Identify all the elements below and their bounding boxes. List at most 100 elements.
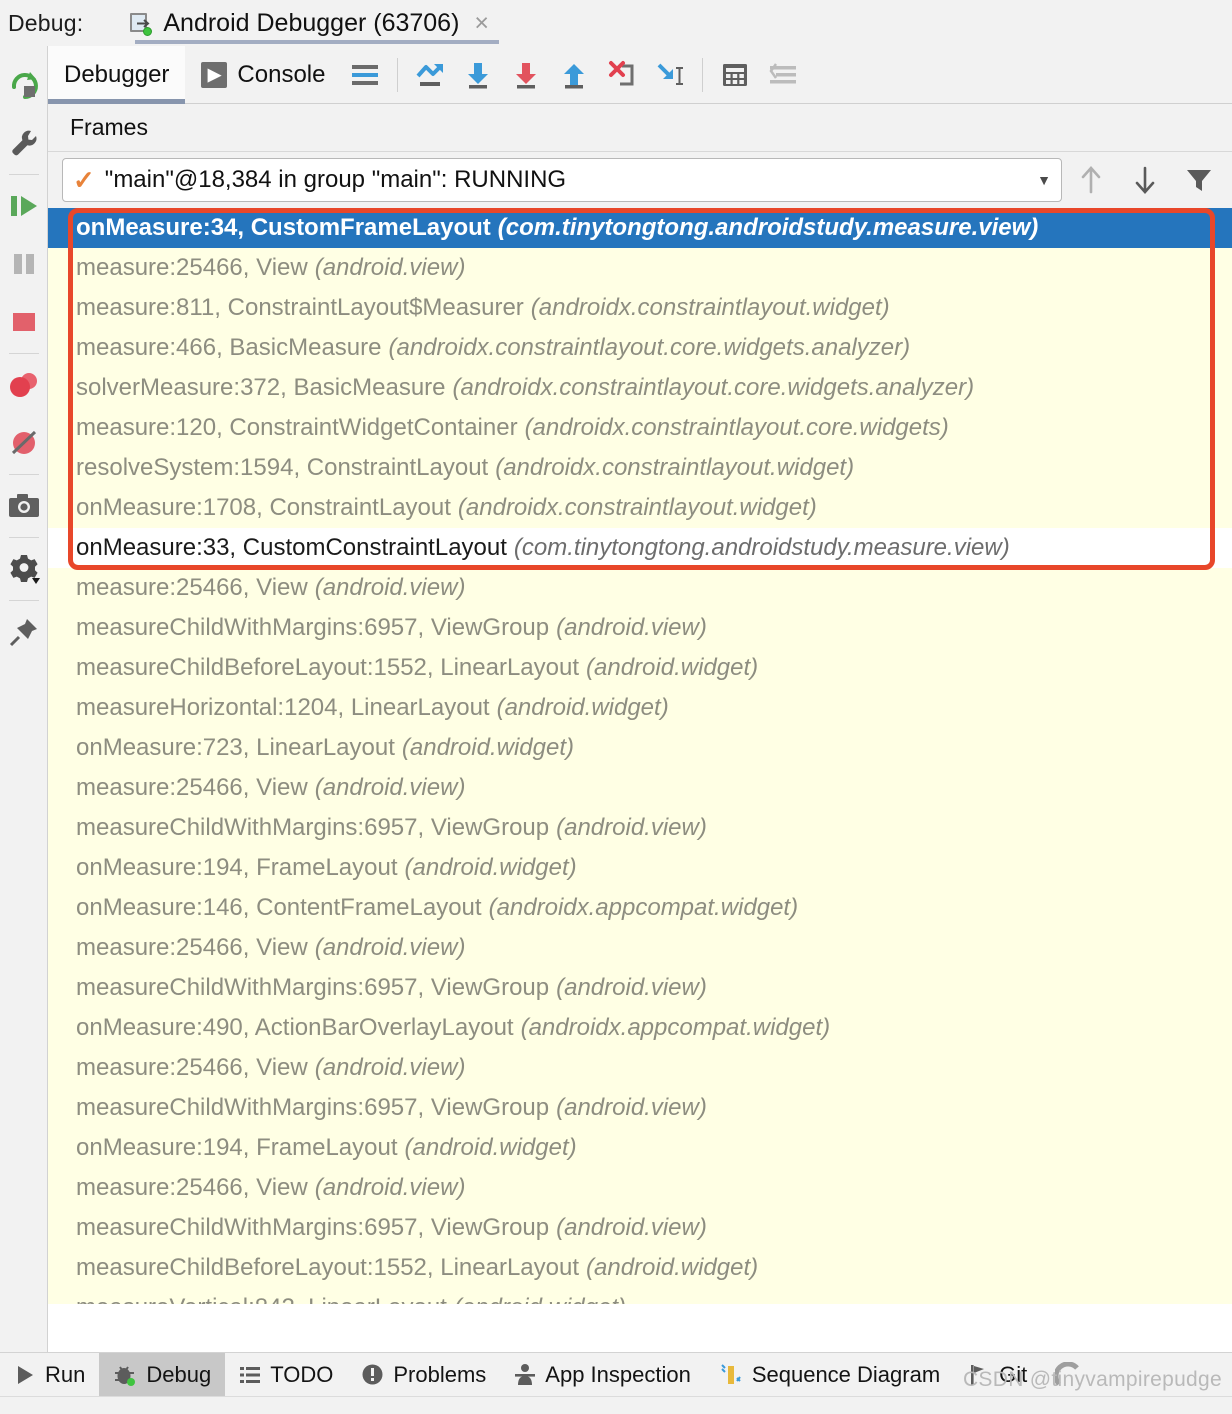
frame-package: (android.widget) [404,1134,577,1161]
evaluate-expression-icon[interactable] [711,46,759,104]
statusbar-item-sequence-diagram[interactable]: Sequence Diagram [705,1353,954,1396]
statusbar-item-debug[interactable]: Debug [99,1353,226,1396]
debug-label: Debug: [8,9,84,36]
screenshot-camera-icon[interactable] [0,477,48,535]
stop-icon[interactable] [0,293,48,351]
frame-row[interactable]: measureChildWithMargins:6957, ViewGroup(… [48,608,1232,648]
frame-row[interactable]: resolveSystem:1594, ConstraintLayout (and… [48,448,1232,488]
frames-list[interactable]: onMeasure:34, CustomFrameLayout (com.tiny… [48,208,1232,1304]
pause-program-icon[interactable] [0,235,48,293]
show-execution-point-icon[interactable] [406,46,454,104]
debugger-main-panel: Debugger ▶ Console Frames ✓ "main"@18,38… [48,45,1232,1352]
frame-method: resolveSystem:1594, ConstraintLayout [76,454,489,481]
frame-row[interactable]: measureChildBeforeLayout:1552, LinearLay… [48,1248,1232,1288]
frame-package: (android.widget) [496,694,669,721]
frame-method: onMeasure:146, ContentFrameLayout [76,894,482,921]
thread-selector-row: ✓ "main"@18,384 in group "main": RUNNING… [48,152,1232,208]
force-step-into-icon[interactable] [598,46,646,104]
frame-row[interactable]: measureChildWithMargins:6957, ViewGroup(… [48,1208,1232,1248]
frame-row[interactable]: measureChildBeforeLayout:1552, LinearLay… [48,648,1232,688]
statusbar-label-problems: Problems [393,1361,487,1387]
frame-package: (com.tinytongtong.androidstudy.measure.v… [513,534,1010,561]
step-into-icon[interactable] [502,46,550,104]
frame-package: (android.view) [556,1214,707,1241]
frame-method: measureVertical:842, LinearLayout [76,1294,447,1304]
frame-row[interactable]: onMeasure:490, ActionBarOverlayLayout (an… [48,1008,1232,1048]
frame-row[interactable]: measure:811, ConstraintLayout$Measurer (a… [48,288,1232,328]
frame-row[interactable]: measure:25466, View (android.view) [48,248,1232,288]
statusbar-item-problems[interactable]: Problems [347,1353,500,1396]
statusbar-item-run[interactable]: Run [0,1353,99,1396]
close-icon[interactable]: × [474,9,489,38]
frame-row[interactable]: measure:25466, View (android.view) [48,568,1232,608]
rail-divider [8,353,39,354]
frame-row[interactable]: measureChildWithMargins:6957, ViewGroup(… [48,808,1232,848]
step-out-icon[interactable] [550,46,598,104]
debug-action-rail [0,46,48,1352]
frame-method: measureChildBeforeLayout:1552, LinearLay… [76,654,580,681]
threads-and-variables-icon[interactable] [759,46,807,104]
frame-row[interactable]: onMeasure:194, FrameLayout (android.widge… [48,848,1232,888]
tab-console-label: Console [237,60,326,88]
status-message-bar [0,1396,1232,1414]
frame-method: onMeasure:194, FrameLayout [76,1134,398,1161]
frame-row[interactable]: measure:120, ConstraintWidgetContainer (a… [48,408,1232,448]
session-tab[interactable]: Android Debugger (63706) × [123,0,500,46]
frame-row[interactable]: measureChildWithMargins:6957, ViewGroup(… [48,968,1232,1008]
frame-method: solverMeasure:372, BasicMeasure [76,374,446,401]
frame-row[interactable]: onMeasure:146, ContentFrameLayout (androi… [48,888,1232,928]
frame-package: (android.view) [314,1054,466,1081]
frame-method: measureChildWithMargins:6957, ViewGroup [76,814,550,841]
layout-settings-icon[interactable] [341,46,389,104]
frame-method: measure:25466, View [76,254,308,281]
step-over-icon[interactable] [454,46,502,104]
settings-wrench-icon[interactable] [0,114,48,172]
frame-method: measure:25466, View [76,1054,308,1081]
frame-package: (android.view) [556,814,707,841]
frame-row[interactable]: measure:25466, View (android.view) [48,928,1232,968]
frame-row[interactable]: measureHorizontal:1204, LinearLayout (and… [48,688,1232,728]
mute-breakpoints-icon[interactable] [0,414,48,472]
chevron-down-icon[interactable]: ▼ [1037,172,1051,188]
statusbar-item-overflow[interactable] [1041,1353,1095,1396]
frames-list-container[interactable]: onMeasure:34, CustomFrameLayout (com.tiny… [48,208,1232,1304]
frame-row[interactable]: onMeasure:33, CustomConstraintLayout (com… [48,528,1232,568]
statusbar-item-todo[interactable]: TODO [225,1353,347,1396]
settings-gear-icon[interactable] [0,540,48,598]
thread-selector[interactable]: ✓ "main"@18,384 in group "main": RUNNING… [62,158,1062,202]
pin-icon[interactable] [0,603,48,661]
rerun-icon[interactable] [0,56,48,114]
frame-package: (android.view) [556,614,707,641]
frames-filter-icon[interactable] [1174,156,1224,204]
frame-row[interactable]: onMeasure:1708, ConstraintLayout (android… [48,488,1232,528]
frame-row[interactable]: measureVertical:842, LinearLayout (androi… [48,1288,1232,1304]
titlebar: Debug: Android Debugger (63706) × [0,0,1232,46]
tab-debugger[interactable]: Debugger [48,45,186,104]
frame-row[interactable]: measure:466, BasicMeasure (androidx.const… [48,328,1232,368]
statusbar-item-git[interactable]: Git [954,1353,1041,1396]
statusbar-item-app-inspection[interactable]: App Inspection [500,1353,705,1396]
frame-method: measure:25466, View [76,574,308,601]
frame-row[interactable]: onMeasure:34, CustomFrameLayout (com.tiny… [48,208,1232,248]
frame-package: (androidx.constraintlayout.widget) [457,494,817,521]
frame-package: (android.widget) [586,654,759,681]
frame-package: (androidx.appcompat.widget) [488,894,799,921]
frame-row[interactable]: measure:25466, View (android.view) [48,1048,1232,1088]
frame-row[interactable]: onMeasure:723, LinearLayout (android.widg… [48,728,1232,768]
frame-method: measureChildWithMargins:6957, ViewGroup [76,614,550,641]
frame-package: (android.widget) [454,1294,626,1304]
frame-method: measure:120, ConstraintWidgetContainer [76,414,518,441]
sequence-diagram-icon [719,1363,743,1387]
frames-down-icon[interactable] [1120,156,1170,204]
frame-row[interactable]: measureChildWithMargins:6957, ViewGroup(… [48,1088,1232,1128]
rail-divider [8,474,39,475]
tab-console[interactable]: ▶ Console [185,46,341,104]
frame-row[interactable]: onMeasure:194, FrameLayout (android.widge… [48,1128,1232,1168]
frame-row[interactable]: measure:25466, View (android.view) [48,768,1232,808]
frame-row[interactable]: solverMeasure:372, BasicMeasure (androidx… [48,368,1232,408]
run-to-cursor-icon[interactable] [646,46,694,104]
frames-up-icon[interactable] [1066,156,1116,204]
frame-row[interactable]: measure:25466, View (android.view) [48,1168,1232,1208]
resume-program-icon[interactable] [0,177,48,235]
view-breakpoints-icon[interactable] [0,356,48,414]
